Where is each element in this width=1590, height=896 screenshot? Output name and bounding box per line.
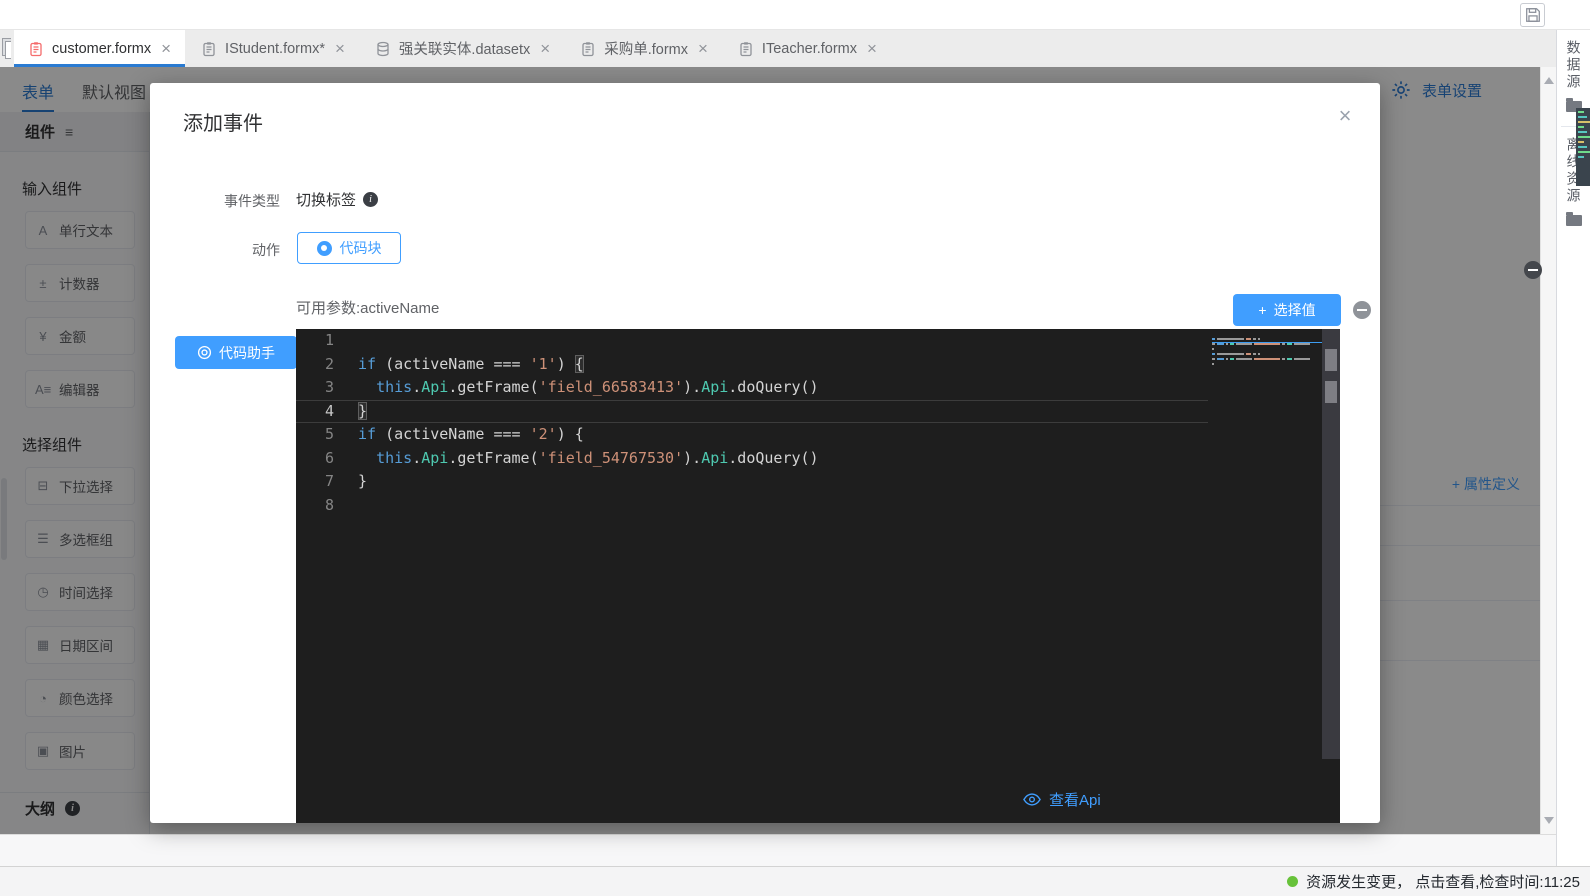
code-line[interactable]: 5if (activeName === '2') { — [296, 423, 1208, 447]
code-assistant-button[interactable]: 代码助手 — [175, 336, 297, 369]
database-icon — [375, 41, 391, 57]
line-number: 3 — [296, 376, 358, 400]
code-assistant-label: 代码助手 — [219, 343, 275, 363]
document-icon — [28, 41, 44, 57]
line-number: 6 — [296, 447, 358, 471]
document-icon — [738, 41, 754, 57]
info-icon: i — [363, 192, 378, 207]
code-line[interactable]: 6 this.Api.getFrame('field_54767530').Ap… — [296, 447, 1208, 471]
code-line[interactable]: 2if (activeName === '1') { — [296, 353, 1208, 377]
tab-label: IStudent.formx* — [225, 41, 325, 57]
event-type-label: 事件类型 — [150, 191, 280, 211]
line-number: 2 — [296, 353, 358, 377]
code-editor[interactable]: 12if (activeName === '1') {3 this.Api.ge… — [296, 329, 1340, 823]
status-message[interactable]: 资源发生变更， 点击查看,检查时间:11:25 — [1306, 871, 1580, 892]
available-params-hint: 可用参数:activeName — [296, 297, 439, 318]
close-icon[interactable]: × — [1334, 105, 1356, 127]
scrollbar-thumb[interactable] — [1325, 349, 1337, 371]
file-tab[interactable]: ITeacher.formx × — [724, 30, 891, 67]
folder-icon — [1566, 215, 1582, 226]
code-line[interactable]: 1 — [296, 329, 1208, 353]
file-tabbar: customer.formx×IStudent.formx*×强关联实体.dat… — [0, 30, 1556, 67]
minimap-viewport-line — [1212, 342, 1322, 343]
code-block-radio[interactable]: 代码块 — [297, 232, 401, 264]
database-icon — [375, 41, 391, 57]
file-tab[interactable]: IStudent.formx* × — [187, 30, 359, 67]
close-icon[interactable]: × — [161, 40, 171, 57]
plus-icon: + — [1258, 302, 1266, 318]
line-number: 1 — [296, 329, 358, 353]
document-icon — [201, 41, 217, 57]
floating-minimap-strip — [1576, 108, 1590, 186]
document-icon — [738, 41, 754, 57]
rail-item-label: 数据源 — [1564, 40, 1584, 91]
line-number: 5 — [296, 423, 358, 447]
editor-minimap[interactable] — [1212, 333, 1320, 373]
scroll-down-icon[interactable] — [1544, 817, 1554, 824]
document-icon — [580, 41, 596, 57]
dialog-title: 添加事件 — [183, 107, 263, 136]
remove-row-button[interactable] — [1353, 301, 1371, 319]
document-icon — [28, 41, 44, 57]
code-line[interactable]: 3 this.Api.getFrame('field_66583413').Ap… — [296, 376, 1208, 400]
file-tabs: customer.formx×IStudent.formx*×强关联实体.dat… — [14, 30, 893, 67]
file-tab[interactable]: 强关联实体.datasetx × — [361, 30, 564, 67]
main-scrollbar[interactable] — [1540, 67, 1556, 834]
tab-label: 强关联实体.datasetx — [399, 38, 530, 59]
code-text — [358, 329, 1208, 353]
select-value-label: 选择值 — [1274, 300, 1316, 320]
line-number: 4 — [296, 400, 358, 424]
tab-label: 采购单.formx — [604, 38, 688, 59]
code-line[interactable]: 4} — [296, 400, 1208, 424]
assistant-icon — [197, 345, 212, 360]
file-tab[interactable]: 采购单.formx × — [566, 30, 722, 67]
editor-scrollbar[interactable] — [1322, 329, 1340, 759]
file-tab[interactable]: customer.formx × — [14, 30, 185, 67]
code-text: this.Api.getFrame('field_54767530').Api.… — [358, 447, 1208, 471]
code-line[interactable]: 8 — [296, 494, 1208, 518]
bottom-strip — [0, 834, 1590, 866]
tab-label: ITeacher.formx — [762, 41, 857, 57]
action-label: 动作 — [150, 240, 280, 260]
code-text: if (activeName === '2') { — [358, 423, 1208, 447]
document-icon — [201, 41, 217, 57]
close-icon[interactable]: × — [540, 40, 550, 57]
close-icon[interactable]: × — [335, 40, 345, 57]
select-value-button[interactable]: + 选择值 — [1233, 294, 1341, 326]
code-text: if (activeName === '1') { — [358, 353, 1208, 377]
add-event-dialog: 添加事件 × 事件类型 切换标签 i 动作 代码块 可用参数:activeNam… — [150, 83, 1380, 823]
code-text: } — [358, 470, 1208, 494]
titlebar — [0, 0, 1590, 30]
window-stack-icon[interactable] — [0, 36, 11, 62]
close-icon[interactable]: × — [698, 40, 708, 57]
close-icon[interactable]: × — [867, 40, 877, 57]
code-text — [358, 494, 1208, 518]
statusbar: 资源发生变更， 点击查看,检查时间:11:25 — [0, 866, 1590, 896]
code-text: this.Api.getFrame('field_66583413').Api.… — [358, 376, 1208, 400]
event-type-text: 切换标签 — [296, 189, 356, 210]
document-icon — [580, 41, 596, 57]
line-number: 8 — [296, 494, 358, 518]
view-api-label: 查看Api — [1049, 789, 1101, 810]
code-text: } — [358, 400, 1208, 424]
status-dot-icon — [1287, 876, 1298, 887]
view-api-link[interactable]: 查看Api — [1023, 789, 1101, 810]
app-screen: customer.formx×IStudent.formx*×强关联实体.dat… — [0, 0, 1590, 896]
line-number: 7 — [296, 470, 358, 494]
event-type-value: 切换标签 i — [296, 189, 378, 210]
save-button[interactable] — [1520, 3, 1545, 27]
code-line[interactable]: 7} — [296, 470, 1208, 494]
radio-selected-icon — [317, 241, 332, 256]
scroll-up-icon[interactable] — [1544, 77, 1554, 84]
save-icon — [1524, 6, 1542, 24]
collapse-panel-button[interactable] — [1524, 261, 1542, 279]
radio-label: 代码块 — [340, 238, 382, 258]
scrollbar-thumb[interactable] — [1325, 381, 1337, 403]
tab-label: customer.formx — [52, 41, 151, 57]
eye-icon — [1023, 793, 1041, 806]
